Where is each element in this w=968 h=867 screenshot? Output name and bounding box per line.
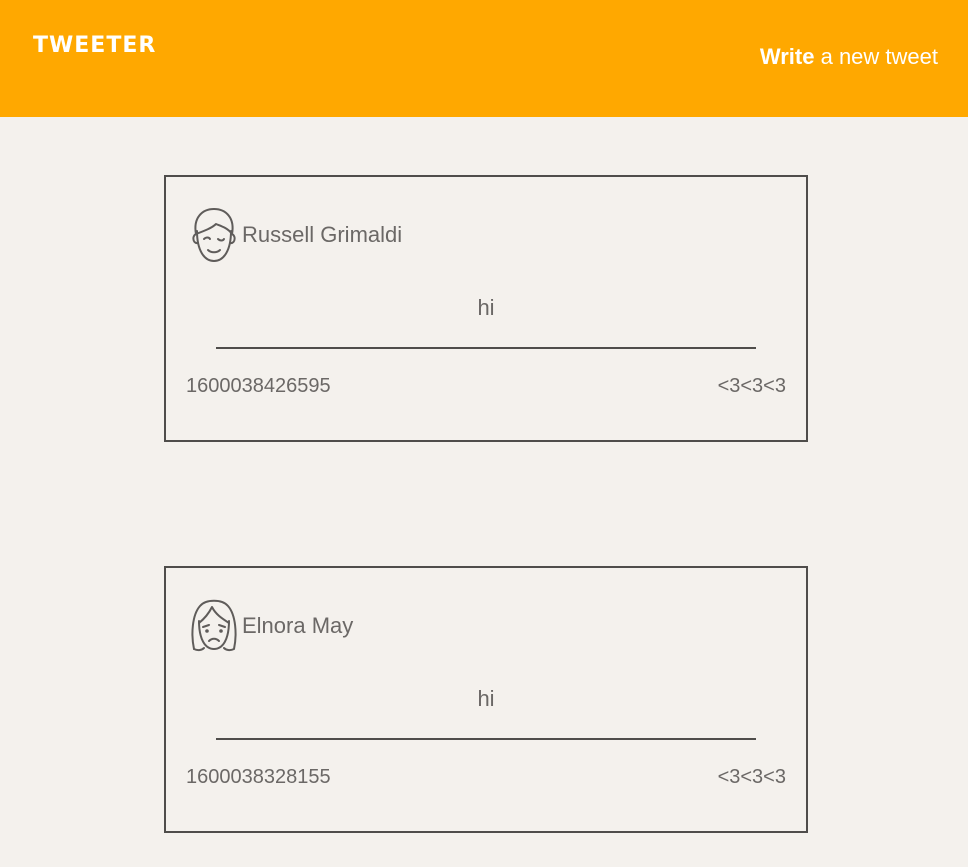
write-link-rest: a new tweet: [814, 44, 938, 69]
top-navigation-bar: TWEETER Write a new tweet: [0, 0, 968, 117]
write-link-strong: Write: [759, 44, 815, 69]
tweet-card: Elnora May hi 1600038328155 <3<3<3: [164, 566, 808, 833]
sad-woman-avatar-icon: [188, 597, 240, 655]
logo[interactable]: TWEETER: [33, 33, 156, 58]
tweet-username: Russell Grimaldi: [242, 222, 403, 247]
tweet-content: hi: [477, 295, 495, 320]
tweet-timestamp: 1600038328155: [186, 766, 331, 788]
tweet-username: Elnora May: [242, 613, 354, 638]
tweet-divider: [216, 738, 756, 740]
tweet-divider: [216, 347, 756, 349]
tweet-likes[interactable]: <3<3<3: [718, 766, 786, 789]
write-new-tweet-link[interactable]: Write a new tweet: [760, 44, 938, 70]
tweet-header: Elnora May: [188, 596, 353, 656]
tweet-timestamp: 1600038426595: [186, 375, 331, 397]
tweet-header: Russell Grimaldi: [188, 205, 402, 265]
tweet-likes[interactable]: <3<3<3: [718, 375, 786, 398]
tweet-footer: 1600038426595 <3<3<3: [186, 375, 786, 398]
tweet-footer: 1600038328155 <3<3<3: [186, 766, 786, 789]
smiling-man-avatar-icon: [188, 206, 240, 264]
tweet-content: hi: [477, 686, 495, 711]
tweet-card: Russell Grimaldi hi 1600038426595 <3<3<3: [164, 175, 808, 442]
